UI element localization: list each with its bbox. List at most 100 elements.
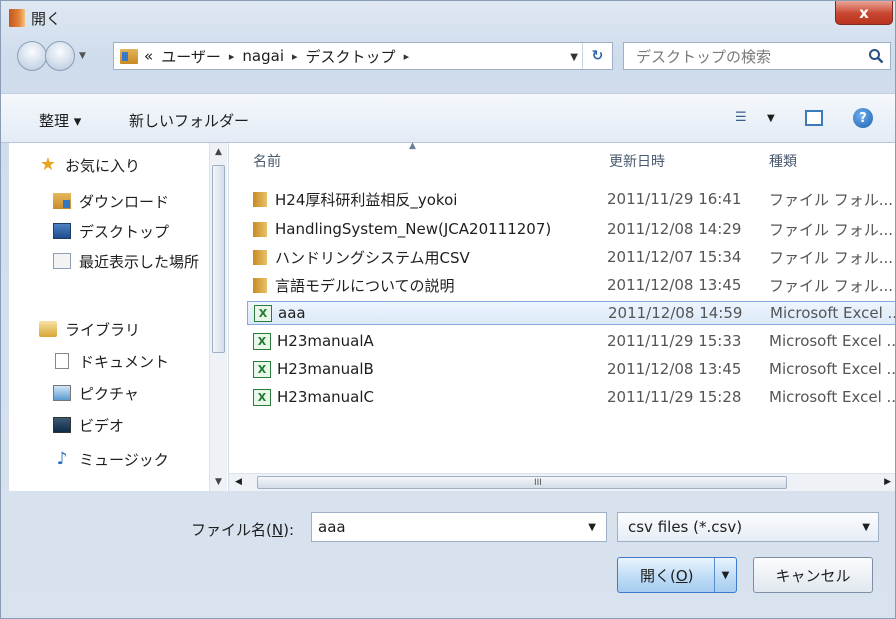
file-name: H24厚科研利益相反_yokoi — [275, 190, 458, 209]
file-name: H23manualA — [277, 332, 374, 350]
scrollbar-grip: III — [534, 478, 542, 488]
preview-pane-icon[interactable] — [805, 110, 823, 126]
libraries-icon — [39, 321, 57, 337]
file-type: ファイル フォル... — [769, 248, 894, 267]
search-input[interactable]: デスクトップの検索 — [623, 42, 891, 70]
breadcrumb-desktop[interactable]: デスクトップ — [306, 46, 396, 67]
nav-pictures-label: ピクチャ — [79, 384, 139, 403]
column-name-label: 名前 — [253, 154, 281, 170]
new-folder-button[interactable]: 新しいフォルダー — [129, 110, 249, 131]
list-item[interactable]: X H23manualA 2011/11/29 15:33 Microsoft E… — [247, 329, 895, 353]
list-item[interactable]: X H23manualC 2011/11/29 15:28 Microsoft E… — [247, 385, 896, 409]
breadcrumb-chevron-icon[interactable]: ▸ — [292, 50, 298, 63]
cancel-button[interactable]: キャンセル — [753, 557, 873, 593]
file-name: ハンドリングシステム用CSV — [275, 248, 470, 267]
nav-libraries-label: ライブラリ — [65, 320, 141, 339]
breadcrumb-users[interactable]: ユーザー — [161, 46, 221, 67]
open-file-dialog: 開く x ▼ « ユーザー ▸ nagai ▸ デスクトップ ▸ ▼ ↻ デスク… — [0, 0, 896, 619]
view-options-icon[interactable]: ☰ — [735, 110, 747, 125]
nav-favorites[interactable]: ★ お気に入り — [39, 153, 140, 177]
file-date: 2011/11/29 16:41 — [607, 190, 742, 208]
column-header-name[interactable]: 名前 — [253, 143, 281, 179]
file-name: H23manualC — [277, 388, 375, 406]
recent-places-icon — [53, 253, 71, 269]
open-options-dropdown-icon[interactable]: ▼ — [714, 558, 736, 592]
nav-desktop[interactable]: デスクトップ — [53, 219, 169, 243]
forward-button[interactable] — [45, 41, 75, 71]
file-type: ファイル フォル... — [769, 276, 894, 295]
folder-icon — [253, 221, 267, 237]
scrollbar-thumb[interactable]: III — [257, 476, 787, 489]
file-type: Microsoft Excel ... — [770, 304, 896, 322]
navigation-pane: ★ お気に入り ダウンロード デスクトップ 最近表示した場所 ライブラリ ドキュ… — [9, 143, 229, 491]
scroll-down-icon[interactable]: ▼ — [215, 477, 222, 487]
column-header-type[interactable]: 種類 — [769, 143, 797, 179]
breadcrumb-chevron-icon[interactable]: ▸ — [404, 50, 410, 63]
star-icon: ★ — [39, 154, 57, 175]
desktop-icon — [53, 223, 71, 239]
nav-libraries[interactable]: ライブラリ — [39, 317, 140, 341]
file-name: 言語モデルについての説明 — [275, 276, 455, 295]
open-button[interactable]: 開く(O) ▼ — [617, 557, 737, 593]
excel-file-icon: X — [253, 332, 271, 350]
scroll-left-icon[interactable]: ◀ — [235, 477, 242, 487]
scrollbar-thumb[interactable] — [212, 165, 225, 353]
nav-pictures[interactable]: ピクチャ — [53, 381, 139, 405]
scroll-up-icon[interactable]: ▲ — [215, 147, 222, 157]
refresh-button[interactable]: ↻ — [582, 43, 612, 69]
file-name: H23manualB — [277, 360, 374, 378]
excel-file-icon: X — [253, 388, 271, 406]
file-type: Microsoft Excel ... — [769, 388, 896, 406]
list-item[interactable]: H24厚科研利益相反_yokoi 2011/11/29 16:41 ファイル フ… — [247, 187, 895, 211]
list-item[interactable]: X H23manualB 2011/12/08 13:45 Microsoft E… — [247, 357, 895, 381]
nav-videos[interactable]: ビデオ — [53, 413, 124, 437]
filename-input[interactable]: aaa ▼ — [311, 512, 607, 542]
file-name: HandlingSystem_New(JCA20111207) — [275, 220, 552, 238]
filetype-dropdown-icon[interactable]: ▼ — [862, 522, 870, 533]
recent-pages-dropdown-icon[interactable]: ▼ — [79, 51, 86, 61]
scroll-right-icon[interactable]: ▶ — [884, 477, 891, 487]
nav-downloads[interactable]: ダウンロード — [53, 189, 169, 213]
search-icon[interactable] — [868, 48, 884, 64]
file-type: ファイル フォル... — [769, 190, 894, 209]
nav-scrollbar[interactable]: ▲ ▼ — [209, 143, 227, 491]
filename-dropdown-icon[interactable]: ▼ — [588, 522, 596, 533]
back-button[interactable] — [17, 41, 47, 71]
file-date: 2011/11/29 15:28 — [607, 388, 742, 406]
open-button-label: 開く(O) — [640, 566, 694, 585]
documents-icon — [55, 353, 69, 369]
view-dropdown-icon[interactable]: ▼ — [767, 113, 775, 124]
nav-music[interactable]: ♪ ミュージック — [53, 447, 169, 471]
folder-icon — [253, 277, 267, 293]
excel-file-icon: X — [254, 304, 272, 322]
breadcrumb-overflow[interactable]: « — [144, 47, 153, 65]
help-icon[interactable]: ? — [853, 108, 873, 128]
address-bar[interactable]: « ユーザー ▸ nagai ▸ デスクトップ ▸ ▼ ↻ — [113, 42, 613, 70]
nav-videos-label: ビデオ — [79, 416, 125, 435]
filetype-select[interactable]: csv files (*.csv) ▼ — [617, 512, 879, 542]
horizontal-scrollbar[interactable]: ◀ III ▶ — [229, 473, 895, 491]
filename-label: ファイル名(N): — [191, 521, 294, 539]
command-toolbar: 整理 ▾ 新しいフォルダー ☰ ▼ ? — [1, 93, 895, 143]
folder-icon — [253, 249, 267, 265]
file-type: ファイル フォル... — [769, 220, 894, 239]
nav-recent-places[interactable]: 最近表示した場所 — [53, 249, 209, 273]
list-item[interactable]: ハンドリングシステム用CSV 2011/12/07 15:34 ファイル フォル… — [247, 245, 895, 269]
address-dropdown-icon[interactable]: ▼ — [570, 52, 578, 63]
list-item-selected[interactable]: Xaaa 2011/12/08 14:59 Microsoft Excel ..… — [247, 301, 896, 325]
file-date: 2011/11/29 15:33 — [607, 332, 742, 350]
filename-value: aaa — [318, 518, 346, 536]
list-item[interactable]: 言語モデルについての説明 2011/12/08 13:45 ファイル フォル..… — [247, 273, 895, 297]
list-item[interactable]: HandlingSystem_New(JCA20111207) 2011/12/… — [247, 217, 895, 241]
breadcrumb-nagai[interactable]: nagai — [242, 47, 284, 65]
column-date-label: 更新日時 — [609, 154, 665, 170]
file-date: 2011/12/07 15:34 — [607, 248, 742, 266]
close-button[interactable]: x — [835, 1, 893, 25]
nav-documents[interactable]: ドキュメント — [53, 349, 169, 373]
videos-icon — [53, 417, 71, 433]
nav-desktop-label: デスクトップ — [79, 222, 170, 241]
folder-icon — [253, 191, 267, 207]
organize-button[interactable]: 整理 ▾ — [39, 110, 81, 131]
column-header-date[interactable]: 更新日時 — [609, 143, 665, 179]
breadcrumb-chevron-icon[interactable]: ▸ — [229, 50, 235, 63]
